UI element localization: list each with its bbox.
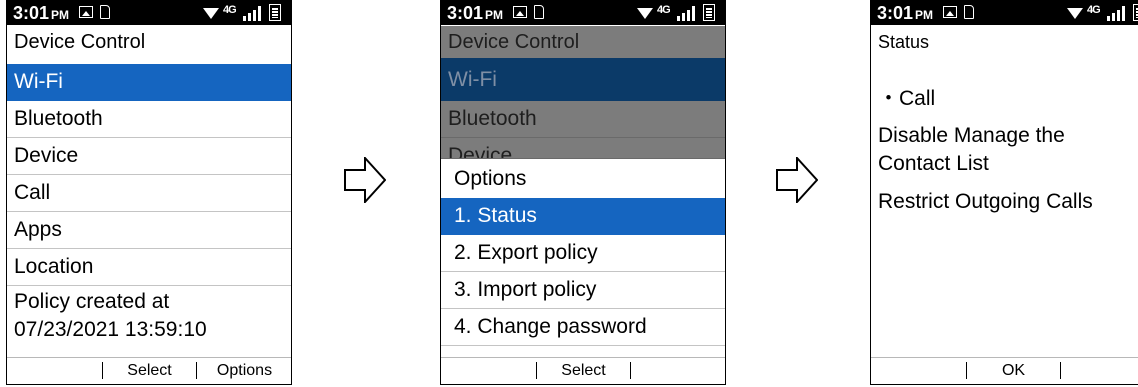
sim-icon xyxy=(964,5,974,19)
softkey-left[interactable] xyxy=(7,358,102,384)
softkey-right[interactable] xyxy=(631,358,725,384)
right-arrow-icon xyxy=(776,157,818,203)
status-line-restrict: Restrict Outgoing Calls xyxy=(878,190,1093,213)
options-title: Options xyxy=(441,159,725,196)
menu-item-apps[interactable]: Apps xyxy=(7,212,291,249)
status-bar: 3:01 PM 4G xyxy=(441,1,725,25)
softkey-bar: OK xyxy=(871,357,1138,384)
menu-item-bluetooth[interactable]: Bluetooth xyxy=(7,101,291,138)
policy-info: Policy created at 07/23/2021 13:59:10 xyxy=(7,288,291,344)
battery-icon xyxy=(1133,4,1138,21)
screen-status: 3:01 PM 4G Status ・Call Disable Manage th… xyxy=(870,0,1138,385)
menu-item-device: Device xyxy=(441,138,725,159)
status-bar: 3:01 PM 4G xyxy=(871,1,1138,25)
page-title: Status xyxy=(878,32,930,52)
screen-device-control: 3:01 PM 4G Device Control Wi-Fi Bluetooth… xyxy=(6,0,292,385)
menu-item-location[interactable]: Location xyxy=(7,249,291,286)
softkey-select[interactable]: Select xyxy=(102,362,197,379)
option-change-password[interactable]: 4. Change password xyxy=(441,309,725,346)
menu-item-bluetooth: Bluetooth xyxy=(441,101,725,138)
softkey-options[interactable]: Options xyxy=(197,358,291,384)
option-import-policy[interactable]: 3. Import policy xyxy=(441,272,725,309)
menu-item-device[interactable]: Device xyxy=(7,138,291,175)
policy-line-2: 07/23/2021 13:59:10 xyxy=(14,318,207,341)
page-title: Device Control xyxy=(441,26,725,58)
screen-options-menu: 3:01 PM 4G Device Control Wi-Fi Bluetooth… xyxy=(440,0,726,385)
softkey-bar: Select xyxy=(441,357,725,384)
softkey-bar: Select Options xyxy=(7,357,291,384)
status-bullet-call: ・Call xyxy=(878,87,936,110)
image-icon xyxy=(79,6,93,18)
right-arrow-icon xyxy=(344,157,386,203)
wifi-icon xyxy=(1067,8,1083,19)
sim-icon xyxy=(100,5,110,19)
option-export-policy[interactable]: 2. Export policy xyxy=(441,235,725,272)
lte-label: 4G xyxy=(223,4,237,16)
sim-icon xyxy=(534,5,544,19)
policy-line-1: Policy created at xyxy=(14,290,170,313)
softkey-left[interactable] xyxy=(871,358,966,384)
battery-icon xyxy=(269,4,281,21)
status-line-contact-list: Contact List xyxy=(878,152,989,175)
menu-item-wifi[interactable]: Wi-Fi xyxy=(7,64,291,101)
signal-icon xyxy=(1107,6,1125,21)
softkey-select[interactable]: Select xyxy=(536,362,631,379)
option-status[interactable]: 1. Status xyxy=(441,198,725,235)
menu-item-call[interactable]: Call xyxy=(7,175,291,212)
lte-label: 4G xyxy=(657,4,671,16)
battery-icon xyxy=(703,4,715,21)
status-time: 3:01 PM xyxy=(13,3,70,23)
softkey-left[interactable] xyxy=(441,358,536,384)
softkey-right[interactable] xyxy=(1061,358,1138,384)
image-icon xyxy=(943,6,957,18)
wifi-icon xyxy=(203,8,219,19)
menu-item-wifi: Wi-Fi xyxy=(441,58,725,101)
signal-icon xyxy=(677,6,695,21)
wifi-icon xyxy=(637,8,653,19)
signal-icon xyxy=(243,6,261,21)
softkey-ok[interactable]: OK xyxy=(966,362,1061,379)
lte-label: 4G xyxy=(1087,4,1101,16)
status-time: 3:01 PM xyxy=(877,3,934,23)
status-time: 3:01 PM xyxy=(447,3,504,23)
status-bar: 3:01 PM 4G xyxy=(7,1,291,25)
status-line-disable: Disable Manage the xyxy=(878,124,1065,147)
page-title: Device Control xyxy=(14,31,146,53)
image-icon xyxy=(513,6,527,18)
